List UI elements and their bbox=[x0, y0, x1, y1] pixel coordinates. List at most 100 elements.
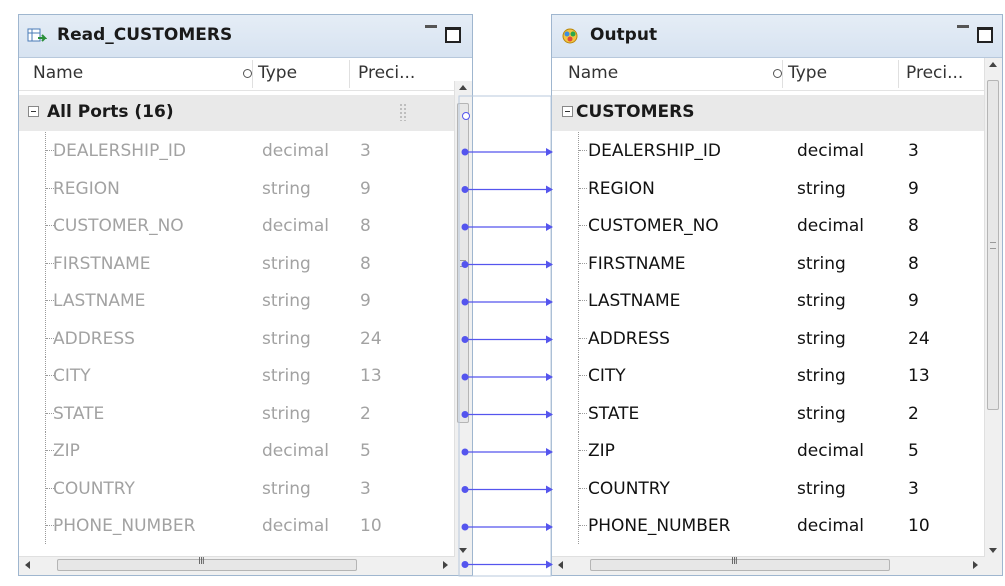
port-precision: 8 bbox=[360, 216, 371, 236]
column-precision-header[interactable]: Preci... bbox=[906, 63, 963, 83]
scroll-right-icon[interactable] bbox=[443, 561, 448, 569]
scroll-thumb[interactable] bbox=[987, 80, 999, 410]
column-name-header[interactable]: Name bbox=[33, 63, 83, 83]
port-link[interactable] bbox=[461, 485, 554, 494]
port-row[interactable]: REGION string 9 bbox=[19, 169, 454, 207]
port-row[interactable]: COUNTRY string 3 bbox=[19, 469, 454, 507]
port-row[interactable]: STATE string 2 bbox=[552, 394, 984, 432]
port-name: CUSTOMER_NO bbox=[588, 216, 719, 236]
port-link[interactable] bbox=[461, 560, 554, 569]
port-link[interactable] bbox=[461, 448, 554, 456]
port-row[interactable]: ADDRESS string 24 bbox=[19, 319, 454, 357]
port-name: CITY bbox=[588, 366, 626, 386]
target-horizontal-scrollbar[interactable] bbox=[552, 556, 984, 575]
port-row[interactable]: ZIP decimal 5 bbox=[19, 432, 454, 469]
port-name: CITY bbox=[53, 366, 91, 386]
scroll-right-icon[interactable] bbox=[973, 561, 978, 569]
scroll-down-icon[interactable] bbox=[459, 548, 467, 553]
column-name-header[interactable]: Name bbox=[568, 63, 618, 83]
port-row[interactable]: CITY string 13 bbox=[552, 357, 984, 394]
port-link[interactable] bbox=[461, 373, 554, 381]
port-type: decimal bbox=[262, 441, 330, 461]
port-row[interactable]: FIRSTNAME string 8 bbox=[552, 244, 984, 282]
target-transformation-panel[interactable]: Output Name Type Preci... CUSTOMERS DEAL… bbox=[551, 14, 1003, 576]
port-precision: 2 bbox=[360, 403, 371, 424]
port-name: DEALERSHIP_ID bbox=[53, 141, 186, 161]
maximize-button[interactable] bbox=[977, 27, 993, 43]
scroll-thumb[interactable] bbox=[590, 556, 890, 571]
scroll-up-icon[interactable] bbox=[459, 85, 467, 90]
grip-icon bbox=[399, 103, 407, 121]
port-link[interactable] bbox=[461, 523, 554, 531]
port-row[interactable]: LASTNAME string 9 bbox=[552, 282, 984, 319]
port-name: ZIP bbox=[53, 441, 80, 461]
port-type: string bbox=[262, 291, 311, 311]
port-link[interactable] bbox=[461, 185, 554, 194]
port-row[interactable]: PHONE_NUMBER decimal 10 bbox=[19, 507, 454, 544]
minimize-button[interactable] bbox=[425, 25, 437, 28]
target-title-bar[interactable]: Output bbox=[552, 15, 1002, 58]
port-row[interactable]: FIRSTNAME string 8 bbox=[19, 244, 454, 282]
port-precision: 9 bbox=[360, 178, 371, 199]
scroll-left-icon[interactable] bbox=[558, 561, 563, 569]
column-type-header[interactable]: Type bbox=[258, 63, 297, 83]
port-link[interactable] bbox=[461, 335, 554, 344]
port-precision: 5 bbox=[360, 441, 371, 461]
port-type: decimal bbox=[262, 216, 330, 236]
port-row[interactable]: ZIP decimal 5 bbox=[552, 432, 984, 469]
port-row[interactable]: LASTNAME string 9 bbox=[19, 282, 454, 319]
column-precision-header[interactable]: Preci... bbox=[358, 63, 415, 83]
port-link[interactable] bbox=[461, 298, 554, 306]
collapse-icon[interactable] bbox=[562, 106, 573, 117]
target-port-group[interactable]: CUSTOMERS bbox=[552, 95, 984, 131]
source-title: Read_CUSTOMERS bbox=[57, 25, 233, 45]
port-type: string bbox=[797, 366, 846, 386]
port-row[interactable]: CUSTOMER_NO decimal 8 bbox=[552, 207, 984, 244]
scroll-thumb[interactable] bbox=[57, 556, 357, 571]
port-row[interactable]: PHONE_NUMBER decimal 10 bbox=[552, 507, 984, 544]
source-group-label: All Ports (16) bbox=[47, 102, 174, 122]
scroll-left-icon[interactable] bbox=[25, 561, 30, 569]
port-row[interactable]: DEALERSHIP_ID decimal 3 bbox=[552, 132, 984, 169]
port-link[interactable] bbox=[461, 410, 554, 419]
port-link[interactable] bbox=[461, 260, 554, 269]
output-target-icon bbox=[562, 28, 578, 44]
port-row[interactable]: STATE string 2 bbox=[19, 394, 454, 432]
port-type: string bbox=[262, 366, 311, 386]
port-type: string bbox=[797, 291, 846, 311]
maximize-button[interactable] bbox=[445, 27, 461, 43]
port-type: decimal bbox=[797, 441, 865, 461]
source-horizontal-scrollbar[interactable] bbox=[19, 556, 454, 575]
port-row[interactable]: ADDRESS string 24 bbox=[552, 319, 984, 357]
port-row[interactable]: CUSTOMER_NO decimal 8 bbox=[19, 207, 454, 244]
port-name: FIRSTNAME bbox=[53, 253, 151, 274]
scroll-up-icon[interactable] bbox=[989, 62, 997, 67]
port-row[interactable]: CITY string 13 bbox=[19, 357, 454, 394]
target-column-header: Name Type Preci... bbox=[552, 58, 984, 91]
port-precision: 3 bbox=[908, 478, 919, 499]
target-title: Output bbox=[590, 25, 658, 45]
port-row[interactable]: COUNTRY string 3 bbox=[552, 469, 984, 507]
source-transformation-panel[interactable]: Read_CUSTOMERS Name Type Preci... All Po… bbox=[18, 14, 473, 576]
column-type-header[interactable]: Type bbox=[788, 63, 827, 83]
port-precision: 9 bbox=[360, 291, 371, 311]
port-precision: 8 bbox=[908, 216, 919, 236]
port-row[interactable]: REGION string 9 bbox=[552, 169, 984, 207]
port-link[interactable] bbox=[461, 223, 554, 231]
mapping-canvas[interactable]: Read_CUSTOMERS Name Type Preci... All Po… bbox=[0, 0, 1005, 586]
port-type: decimal bbox=[262, 141, 330, 161]
port-row[interactable]: DEALERSHIP_ID decimal 3 bbox=[19, 132, 454, 169]
port-link[interactable] bbox=[461, 148, 554, 156]
scroll-down-icon[interactable] bbox=[989, 548, 997, 553]
source-port-group[interactable]: All Ports (16) bbox=[19, 95, 454, 131]
minimize-button[interactable] bbox=[957, 25, 969, 28]
collapse-icon[interactable] bbox=[28, 106, 39, 117]
port-type: string bbox=[797, 328, 846, 349]
port-type: string bbox=[262, 253, 311, 274]
port-name: STATE bbox=[588, 403, 640, 424]
port-precision: 2 bbox=[908, 403, 919, 424]
source-title-bar[interactable]: Read_CUSTOMERS bbox=[19, 15, 472, 58]
port-precision: 24 bbox=[360, 328, 382, 349]
port-name: PHONE_NUMBER bbox=[53, 516, 196, 536]
target-vertical-scrollbar[interactable] bbox=[984, 58, 1002, 557]
